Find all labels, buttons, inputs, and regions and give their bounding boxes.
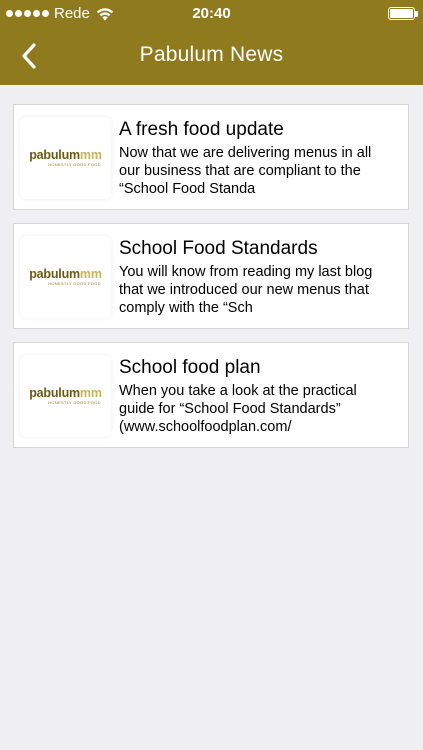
article-title: A fresh food update [119, 119, 284, 140]
pabulum-logo: pabulummm [29, 386, 102, 401]
logo-tagline: HONESTLY GOOD FOOD [48, 280, 101, 286]
article-title: School Food Standards [119, 238, 318, 259]
status-bar: Rede 20:40 [0, 0, 423, 28]
page-title: Pabulum News [139, 43, 284, 66]
article-excerpt: When you take a look at the practical gu… [119, 383, 357, 435]
article-thumbnail: pabulummm HONESTLY GOOD FOOD [20, 355, 111, 437]
article-thumbnail: pabulummm HONESTLY GOOD FOOD [20, 236, 111, 318]
pabulum-logo: pabulummm [29, 148, 102, 163]
article-card[interactable]: pabulummm HONESTLY GOOD FOOD School food… [13, 342, 409, 448]
logo-tagline: HONESTLY GOOD FOOD [48, 161, 101, 167]
article-card[interactable]: pabulummm HONESTLY GOOD FOOD School Food… [13, 223, 409, 329]
article-list: pabulummm HONESTLY GOOD FOOD A fresh foo… [13, 104, 409, 461]
pabulum-logo: pabulummm [29, 267, 102, 282]
article-excerpt: Now that we are delivering menus in all … [119, 145, 372, 197]
article-card[interactable]: pabulummm HONESTLY GOOD FOOD A fresh foo… [13, 104, 409, 210]
article-excerpt: You will know from reading my last blog … [119, 264, 373, 316]
article-thumbnail: pabulummm HONESTLY GOOD FOOD [20, 117, 111, 199]
battery-level [390, 9, 413, 18]
battery-icon [388, 7, 418, 20]
logo-tagline: HONESTLY GOOD FOOD [48, 399, 101, 405]
navigation-bar: Pabulum News [0, 28, 423, 85]
article-title: School food plan [119, 357, 261, 378]
status-time: 20:40 [192, 5, 231, 22]
